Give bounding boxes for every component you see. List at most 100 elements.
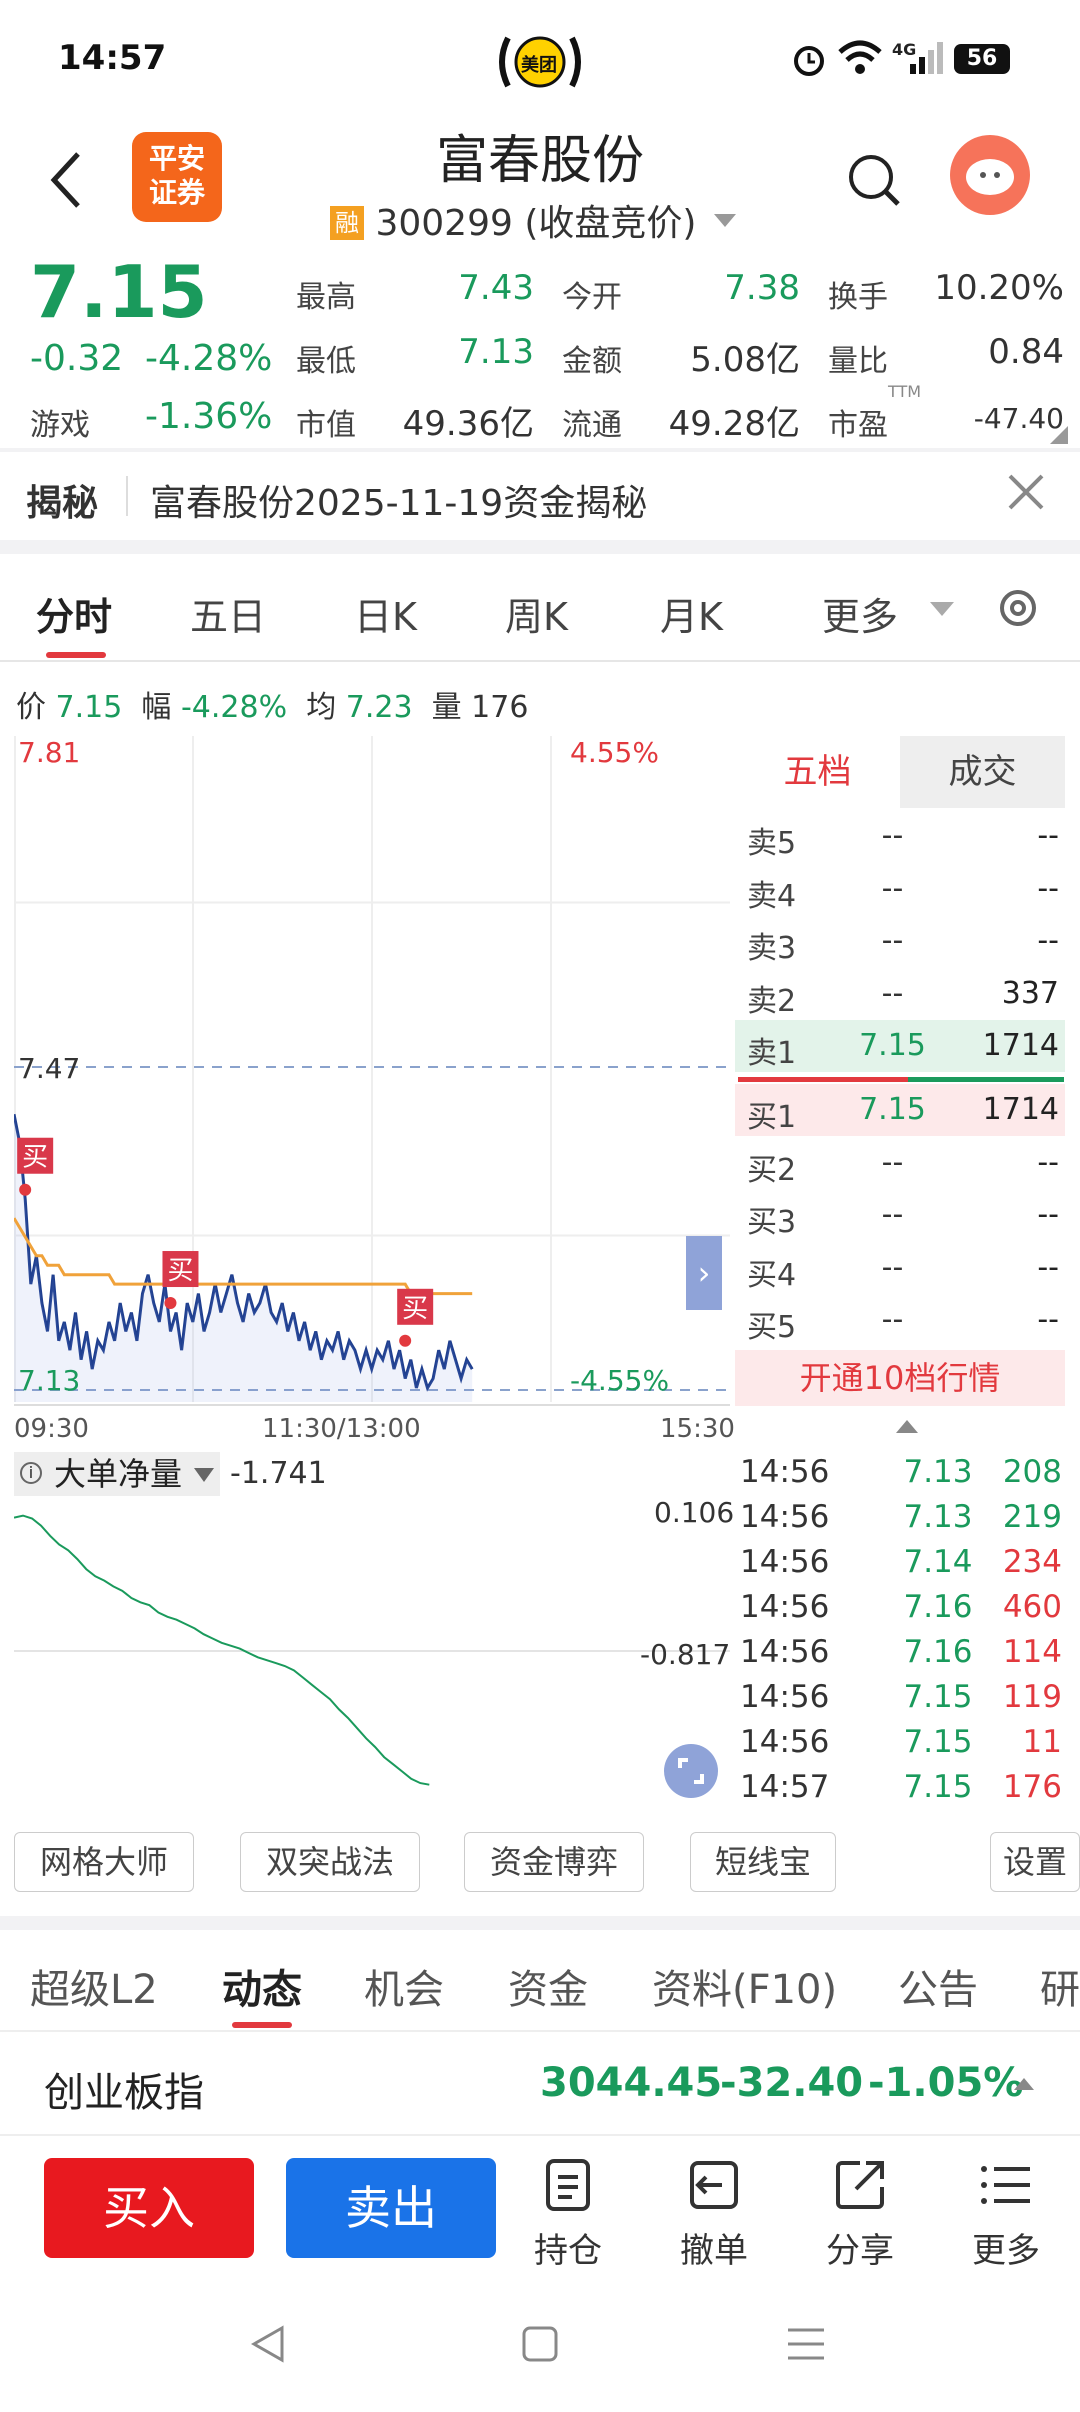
info-amp-label: 幅 xyxy=(141,690,172,725)
more-actions-button[interactable]: 更多 xyxy=(946,2155,1066,2272)
ask-row[interactable]: 卖1 7.15 1714 xyxy=(735,1020,1065,1073)
nav-home-icon[interactable] xyxy=(518,2322,562,2366)
nav-back-icon[interactable] xyxy=(246,2322,290,2366)
intraday-chart[interactable]: 买买买 7.81 4.55% 7.47 7.13 -4.55% › xyxy=(14,736,730,1402)
tab-research[interactable]: 研 xyxy=(1040,1957,1080,2015)
tool-fund-game[interactable]: 资金博弈 xyxy=(464,1832,644,1892)
chevron-down-icon xyxy=(930,602,954,616)
bid-row[interactable]: 买3 -- -- xyxy=(735,1189,1065,1241)
expand-corner-icon[interactable] xyxy=(1050,426,1068,444)
gear-icon[interactable] xyxy=(994,584,1042,632)
ask-price: 7.15 xyxy=(859,1028,926,1064)
tab-daily-k[interactable]: 日K xyxy=(354,586,417,641)
alarm-icon xyxy=(794,46,824,76)
banner-tag: 揭秘 xyxy=(26,483,99,524)
trade-time: 14:56 xyxy=(740,1454,830,1490)
ask-price: -- xyxy=(881,870,904,906)
fullscreen-button[interactable] xyxy=(664,1744,718,1798)
trade-price: 7.16 xyxy=(903,1589,973,1625)
open-label: 今开 xyxy=(562,280,622,315)
market-cap-value: 49.36亿 xyxy=(402,404,534,444)
broker-logo[interactable]: 平安证券 xyxy=(132,132,222,222)
stock-code-selector[interactable]: 融 300299 (收盘竞价) xyxy=(330,194,750,244)
tab-profile-f10[interactable]: 资料(F10) xyxy=(652,1957,837,2015)
reveal-banner[interactable]: 揭秘 富春股份2025-11-19资金揭秘 xyxy=(0,452,1080,538)
trade-row: 14:56 7.16 114 xyxy=(738,1630,1064,1675)
index-ticker[interactable]: 创业板指 3044.45 -32.40 -1.05% xyxy=(0,2032,1080,2132)
tab-more[interactable]: 更多 xyxy=(822,586,898,641)
cancel-order-label: 撤单 xyxy=(680,2231,748,2271)
trade-row: 14:56 7.14 234 xyxy=(738,1540,1064,1585)
trade-time: 14:56 xyxy=(740,1499,830,1535)
tab-trades[interactable]: 成交 xyxy=(900,736,1065,808)
back-icon[interactable] xyxy=(46,150,86,210)
page-title: 富春股份 xyxy=(435,131,644,191)
ask-row[interactable]: 卖3 -- -- xyxy=(735,915,1065,967)
turnover-label: 换手 xyxy=(828,280,888,315)
bid-price: -- xyxy=(881,1144,904,1180)
bid-row[interactable]: 买5 -- -- xyxy=(735,1294,1065,1346)
buy-signal-marker[interactable]: 买 xyxy=(17,1137,54,1196)
trade-time: 14:56 xyxy=(740,1679,830,1715)
bid-price: -- xyxy=(881,1249,904,1285)
expand-panel-button[interactable]: › xyxy=(686,1236,722,1310)
bid-level: 买4 xyxy=(747,1257,797,1293)
sell-button[interactable]: 卖出 xyxy=(286,2158,496,2258)
y-mid-label: 7.47 xyxy=(18,1052,81,1085)
more-actions-label: 更多 xyxy=(972,2231,1040,2271)
bid-row[interactable]: 买2 -- -- xyxy=(735,1137,1065,1189)
bid-row[interactable]: 买4 -- -- xyxy=(735,1242,1065,1294)
buy-button[interactable]: 买入 xyxy=(44,2158,254,2258)
tab-announcements[interactable]: 公告 xyxy=(898,1957,978,2015)
trade-volume: 119 xyxy=(1002,1679,1062,1715)
trade-price: 7.14 xyxy=(903,1544,973,1580)
indicator-chart: 0.106 -0.817 xyxy=(13,1496,734,1808)
info-vol: 176 xyxy=(471,690,529,725)
info-price-label: 价 xyxy=(16,690,46,725)
tab-intraday[interactable]: 分时 xyxy=(36,586,112,641)
indicator-selector[interactable]: i 大单净量 xyxy=(14,1452,220,1496)
ask-row[interactable]: 卖4 -- -- xyxy=(735,863,1065,915)
trade-volume: 208 xyxy=(1002,1454,1062,1490)
chevron-up-icon xyxy=(1014,2078,1034,2090)
tab-super-l2[interactable]: 超级L2 xyxy=(30,1957,158,2015)
tab-five-day[interactable]: 五日 xyxy=(190,586,266,641)
ask-row[interactable]: 卖5 -- -- xyxy=(735,810,1065,862)
share-button[interactable]: 分享 xyxy=(800,2155,920,2272)
stock-header: 平安证券 富春股份 融 300299 (收盘竞价) xyxy=(0,110,1080,250)
trade-volume: 114 xyxy=(1002,1634,1062,1670)
info-vol-label: 量 xyxy=(431,690,462,725)
ask-row[interactable]: 卖2 -- 337 xyxy=(735,968,1065,1020)
tab-funds[interactable]: 资金 xyxy=(508,1957,588,2015)
ask-price: -- xyxy=(881,818,904,853)
buy-signal-marker[interactable]: 买 xyxy=(397,1288,434,1347)
search-icon[interactable] xyxy=(846,152,902,208)
tab-weekly-k[interactable]: 周K xyxy=(505,586,568,641)
tool-grid-master[interactable]: 网格大师 xyxy=(14,1832,194,1892)
float-cap-value: 49.28亿 xyxy=(668,404,800,444)
share-icon xyxy=(836,2161,884,2209)
tool-short-term[interactable]: 短线宝 xyxy=(690,1832,836,1892)
tab-opportunity[interactable]: 机会 xyxy=(364,1957,444,2015)
tool-settings[interactable]: 设置 xyxy=(990,1832,1080,1892)
tab-news-feed[interactable]: 动态 xyxy=(222,1957,302,2015)
upgrade-ten-level-button[interactable]: 开通10档行情 xyxy=(735,1350,1065,1406)
price-change-pct: -4.28% xyxy=(145,338,273,379)
holdings-button[interactable]: 持仓 xyxy=(508,2155,628,2272)
ask-price: -- xyxy=(881,923,904,959)
index-value: 3044.45 xyxy=(540,2060,723,2106)
float-cap-label: 流通 xyxy=(562,408,622,443)
close-icon[interactable] xyxy=(1006,472,1046,512)
tool-double-break[interactable]: 双突战法 xyxy=(240,1832,420,1892)
indicator-mid-label: -0.817 xyxy=(640,1638,731,1671)
tab-monthly-k[interactable]: 月K xyxy=(660,586,723,641)
trade-time: 14:56 xyxy=(740,1634,830,1670)
nav-recents-icon[interactable] xyxy=(784,2322,828,2366)
y-top-pct: 4.55% xyxy=(570,736,659,769)
sector-name[interactable]: 游戏 xyxy=(30,400,90,444)
assistant-avatar[interactable] xyxy=(950,135,1030,215)
trades-scroll-up-icon[interactable] xyxy=(896,1420,918,1433)
bid-row[interactable]: 买1 7.15 1714 xyxy=(735,1084,1065,1136)
tab-five-level[interactable]: 五档 xyxy=(735,736,900,808)
cancel-order-button[interactable]: 撤单 xyxy=(654,2155,774,2272)
